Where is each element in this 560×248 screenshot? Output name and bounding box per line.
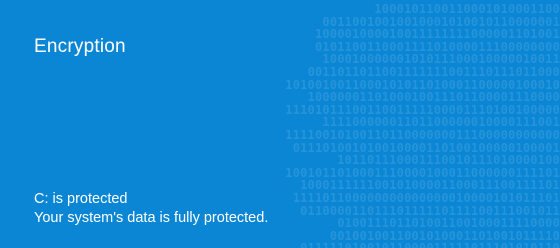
system-status-text: Your system's data is fully protected.	[34, 210, 269, 226]
binary-pattern-row: 010011101101001100100011110000	[337, 216, 560, 231]
protection-status: C: is protected Your system's data is fu…	[34, 190, 268, 228]
binary-pattern-row: 1000000110100010011101100001110000	[307, 90, 560, 105]
binary-pattern-row: 101101110001110010111010000100	[337, 153, 560, 168]
binary-pattern-row: 1000101100110001010001100	[374, 3, 560, 16]
binary-pattern-row: 01111101001011000011111011101010110	[260, 242, 560, 248]
binary-pattern-row: 0011011011001111111001110111011000	[307, 64, 560, 79]
binary-pattern-row: 1111001010011011000000011100000000000	[285, 127, 560, 142]
tile-title: Encryption	[34, 36, 126, 57]
drive-status-text: C: is protected	[34, 191, 128, 207]
binary-pattern-row: 100001000010011111111000001101001	[314, 27, 560, 42]
binary-pattern-background: 1000101100110001010001100 001100100100100…	[260, 3, 560, 248]
binary-pattern-row: 111101100000000000000010000101011101	[292, 190, 560, 205]
encryption-tile[interactable]: 1000101100110001010001100 001100100100100…	[0, 0, 560, 248]
